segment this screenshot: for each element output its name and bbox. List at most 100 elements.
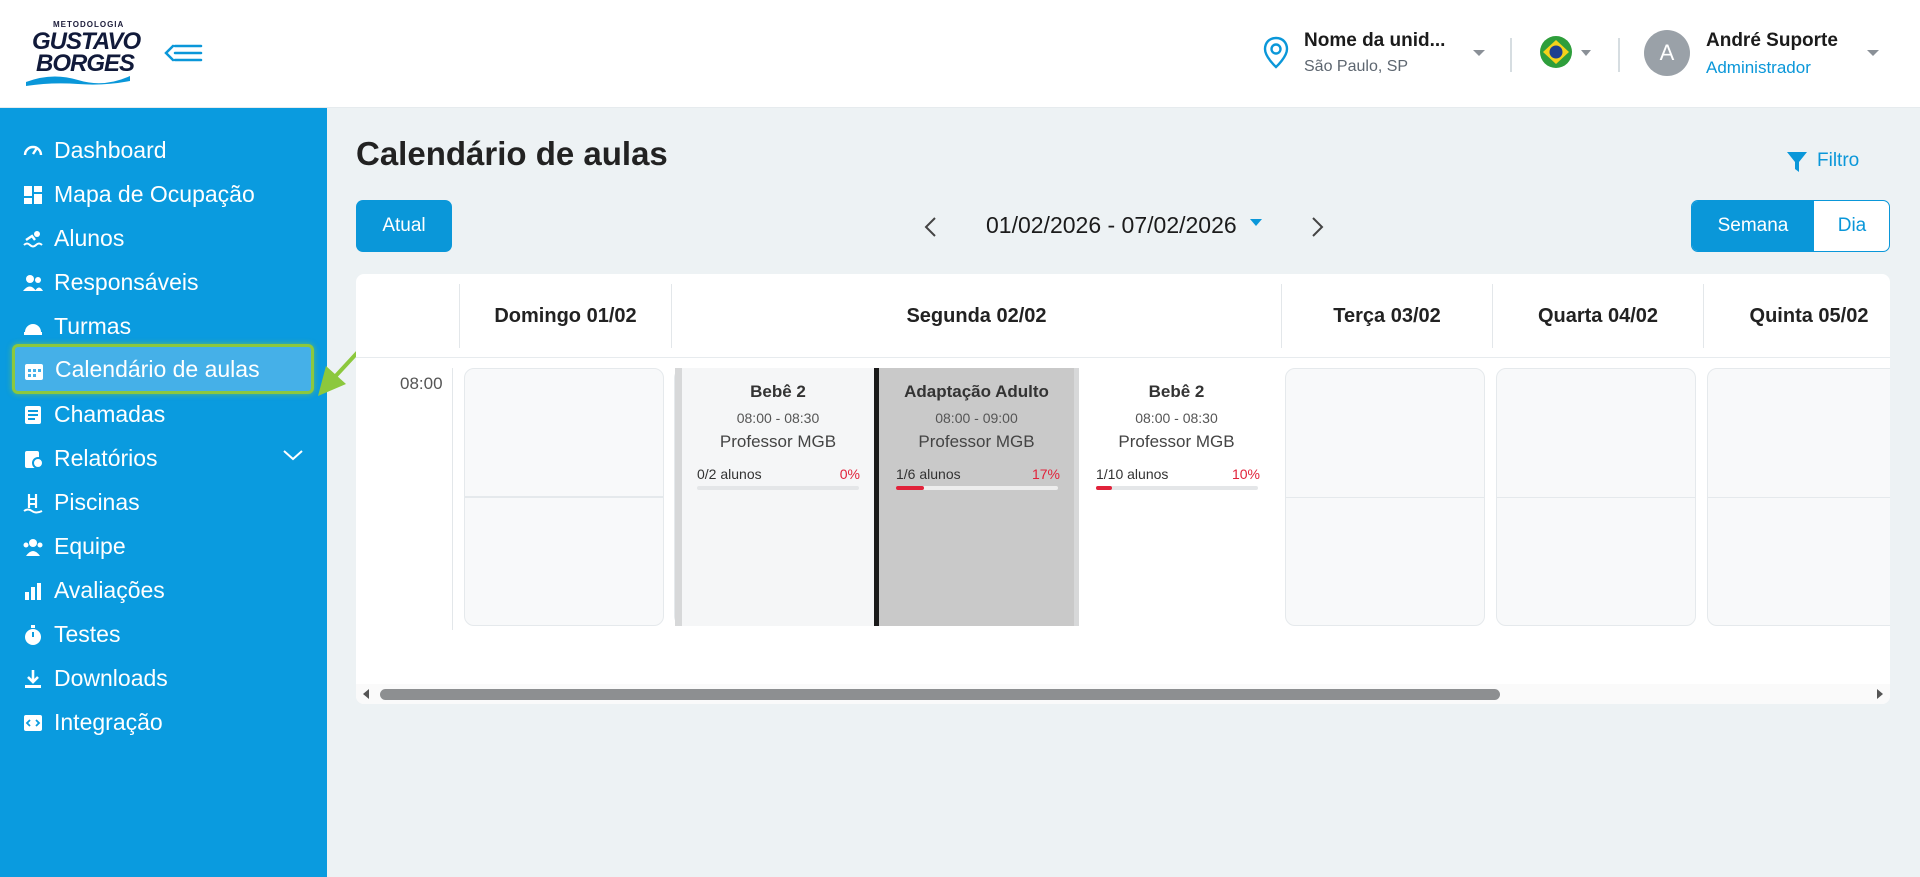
sidebar-item-mapa-de-ocupacao[interactable]: Mapa de Ocupação (12, 170, 314, 220)
event-student-count: 0/2 alunos (697, 466, 762, 482)
view-day-button[interactable]: Dia (1814, 201, 1889, 251)
next-week-button[interactable] (1304, 214, 1330, 240)
language-selector[interactable] (1538, 34, 1594, 70)
grid-icon (24, 186, 42, 204)
sidebar-item-label: Alunos (54, 225, 125, 251)
date-range-text: 01/02/2026 - 07/02/2026 (986, 212, 1237, 238)
class-event-selected[interactable]: Adaptação Adulto 08:00 - 09:00 Professor… (874, 368, 1074, 626)
scroll-right-icon[interactable] (1876, 689, 1884, 699)
sidebar-item-integracao[interactable]: Integração (12, 698, 314, 748)
previous-week-button[interactable] (918, 214, 944, 240)
chevron-down-icon (1581, 50, 1591, 56)
horizontal-scrollbar[interactable] (356, 684, 1890, 704)
sidebar-item-label: Turmas (54, 313, 132, 339)
event-teacher: Professor MGB (719, 432, 837, 451)
occupancy-bar (896, 486, 1058, 490)
unit-selector[interactable]: Nome da unid... São Paulo, SP (1262, 28, 1494, 80)
sidebar-item-testes[interactable]: Testes (12, 610, 314, 660)
logo-wave-icon (26, 76, 130, 86)
unit-city: São Paulo, SP (1304, 58, 1409, 75)
avatar: A (1644, 30, 1690, 76)
scrollbar-thumb[interactable] (380, 689, 1500, 700)
current-week-button[interactable]: Atual (356, 200, 452, 252)
calendar-header: Domingo 01/02 Segunda 02/02 Terça 03/02 … (356, 274, 1890, 358)
report-icon (25, 451, 44, 469)
filter-icon (1787, 152, 1807, 172)
sidebar-item-dashboard[interactable]: Dashboard (12, 126, 314, 176)
scroll-left-icon[interactable] (362, 689, 370, 699)
sidebar-item-piscinas[interactable]: Piscinas (12, 478, 314, 528)
sidebar-item-label: Mapa de Ocupação (54, 181, 255, 207)
sidebar-item-label: Piscinas (54, 489, 140, 515)
day-cell[interactable] (1707, 368, 1890, 626)
chevron-right-icon (1312, 217, 1324, 237)
class-event[interactable]: Bebê 2 08:00 - 08:30 Professor MGB 0/2 a… (675, 368, 874, 626)
chevron-left-icon (924, 217, 936, 237)
day-cell[interactable] (1496, 368, 1696, 626)
sidebar-item-label: Responsáveis (54, 269, 199, 295)
sidebar-item-label: Chamadas (54, 401, 166, 427)
helmet-icon (24, 324, 42, 335)
event-occupancy-percent: 10% (1231, 466, 1260, 482)
occupancy-bar-fill (1096, 486, 1113, 490)
location-pin-icon (1263, 36, 1289, 69)
occupancy-bar (1096, 486, 1258, 490)
collapse-menu-button[interactable] (163, 38, 205, 68)
header-divider (1510, 38, 1512, 72)
dashboard-icon (23, 145, 43, 156)
slot-divider (465, 496, 663, 497)
event-title: Adaptação Adulto (904, 382, 1049, 401)
user-menu[interactable]: A André Suporte Administrador (1644, 28, 1884, 82)
event-occupancy-percent: 17% (1031, 466, 1060, 482)
event-title: Bebê 2 (1148, 382, 1205, 401)
sidebar-item-chamadas[interactable]: Chamadas (12, 390, 314, 440)
sidebar-item-label: Integração (54, 709, 163, 735)
sidebar-item-responsaveis[interactable]: Responsáveis (12, 258, 314, 308)
event-title: Bebê 2 (750, 382, 806, 401)
gustavo-borges-logo[interactable]: METODOLOGIA GUSTAVO BORGES (26, 18, 141, 88)
top-header: METODOLOGIA GUSTAVO BORGES Nome da unid.… (0, 0, 1920, 108)
day-cell[interactable] (1285, 368, 1485, 626)
sidebar-item-label: Dashboard (54, 137, 167, 163)
event-student-count: 1/10 alunos (1096, 466, 1169, 482)
day-header: Terça 03/02 (1281, 284, 1492, 348)
sidebar-item-equipe[interactable]: Equipe (12, 522, 314, 572)
class-event[interactable]: Bebê 2 08:00 - 08:30 Professor MGB 1/10 … (1074, 368, 1274, 626)
brazil-flag-icon (1540, 36, 1572, 68)
header-divider (1618, 38, 1620, 72)
user-role: Administrador (1706, 58, 1811, 77)
stopwatch-icon (25, 625, 41, 645)
sidebar-item-calendario-de-aulas[interactable]: Calendário de aulas (12, 344, 314, 394)
day-cell[interactable] (464, 368, 664, 626)
code-icon (24, 715, 42, 731)
calendar-grid: Domingo 01/02 Segunda 02/02 Terça 03/02 … (356, 274, 1890, 704)
pool-ladder-icon (23, 494, 43, 514)
sidebar-item-label: Avaliações (54, 577, 165, 603)
sidebar: Dashboard Mapa de Ocupação Alunos Respon… (0, 108, 327, 877)
sidebar-item-label: Calendário de aulas (55, 356, 260, 382)
occupancy-bar (697, 486, 859, 490)
event-teacher: Professor MGB (1118, 432, 1235, 451)
calendar-icon (25, 364, 43, 380)
sidebar-item-alunos[interactable]: Alunos (12, 214, 314, 264)
date-range-picker[interactable]: 01/02/2026 - 07/02/2026 (986, 212, 1263, 239)
team-icon (23, 539, 43, 556)
page-title: Calendário de aulas (356, 135, 668, 172)
sidebar-item-label: Testes (54, 621, 121, 647)
sidebar-item-avaliacoes[interactable]: Avaliações (12, 566, 314, 616)
sidebar-item-downloads[interactable]: Downloads (12, 654, 314, 704)
day-header: Segunda 02/02 (671, 284, 1281, 348)
chart-icon (25, 583, 41, 600)
sidebar-item-label: Relatórios (54, 445, 158, 471)
time-column-divider (452, 368, 453, 630)
event-teacher: Professor MGB (918, 432, 1035, 451)
filter-label: Filtro (1817, 150, 1860, 171)
chevron-down-icon (1473, 50, 1485, 56)
filter-button[interactable]: Filtro (1782, 146, 1882, 176)
view-week-button[interactable]: Semana (1692, 201, 1814, 251)
sidebar-item-relatorios[interactable]: Relatórios (12, 434, 314, 484)
menu-collapse-icon (164, 44, 203, 62)
list-icon (25, 406, 41, 424)
swimmer-icon (23, 231, 43, 248)
user-name: André Suporte (1706, 30, 1838, 51)
